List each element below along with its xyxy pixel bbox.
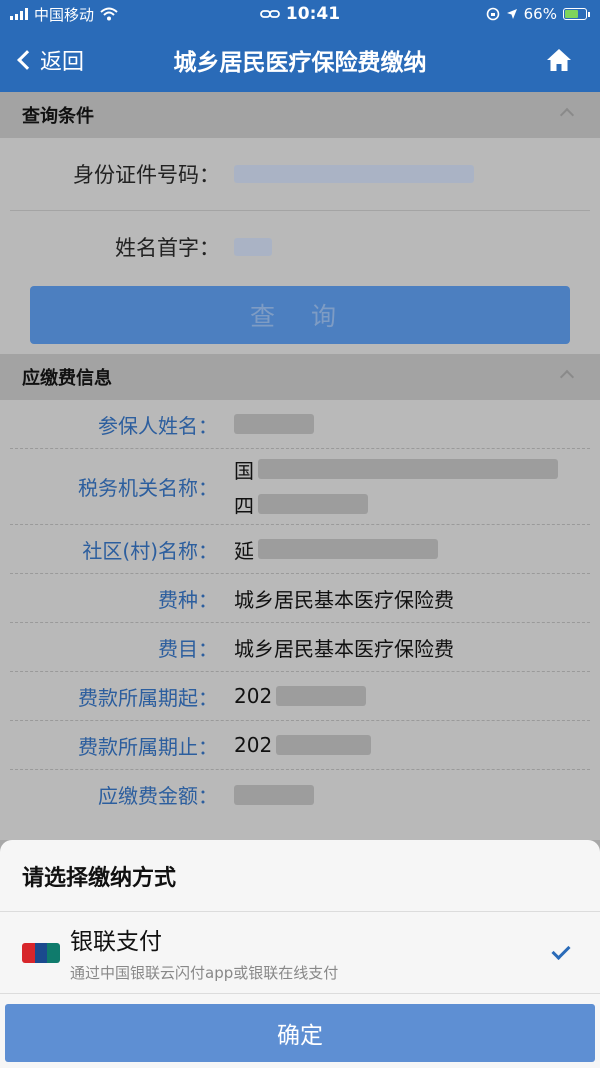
fee-type-value: 城乡居民基本医疗保险费 xyxy=(234,587,454,612)
chevron-up-icon xyxy=(559,369,575,385)
info-row-fee-item: 费目： 城乡居民基本医疗保险费 xyxy=(10,623,590,672)
unionpay-option[interactable]: 银联支付 通过中国银联云闪付app或银联在线支付 xyxy=(0,912,600,994)
period-end-label: 费款所属期止： xyxy=(78,734,218,759)
battery-percent: 66% xyxy=(523,5,557,23)
community-value: 延 xyxy=(234,538,254,563)
query-button[interactable]: 查 询 xyxy=(30,286,570,344)
fee-item-label: 费目： xyxy=(158,636,218,661)
home-icon[interactable] xyxy=(546,48,572,72)
amount-due-label: 应缴费金额： xyxy=(98,784,218,808)
unionpay-option-desc: 通过中国银联云闪付app或银联在线支付 xyxy=(70,964,339,982)
query-section-title: 查询条件 xyxy=(22,106,94,127)
period-start-value: 202 xyxy=(234,684,273,708)
insured-name-label: 参保人姓名： xyxy=(98,413,218,438)
unionpay-option-title: 银联支付 xyxy=(70,929,162,955)
amount-due-value xyxy=(234,784,314,805)
info-row-period-end: 费款所属期止： 202 xyxy=(10,721,590,770)
wifi-icon xyxy=(100,7,118,21)
main-content: 查询条件 身份证件号码： 姓名首字： 查 询 应缴费信息 参保人姓名： 税务机关… xyxy=(0,92,600,840)
period-start-label: 费款所属期起： xyxy=(78,685,218,710)
location-icon xyxy=(506,9,517,19)
tax-authority-value: 国 xyxy=(234,458,254,483)
info-row-tax-authority: 税务机关名称： 国 四 xyxy=(10,449,590,525)
checkmark-icon xyxy=(551,940,571,961)
info-row-community: 社区(村)名称： 延 xyxy=(10,525,590,574)
tax-authority-value-line2: 四 xyxy=(234,493,254,518)
name-initial-row: 姓名首字： xyxy=(10,210,590,282)
unionpay-logo-icon xyxy=(22,942,60,963)
id-number-label: 身份证件号码： xyxy=(73,163,220,187)
signal-icon xyxy=(10,8,28,20)
period-end-value: 202 xyxy=(234,733,273,757)
payment-info-title: 应缴费信息 xyxy=(22,368,112,389)
info-row-period-start: 费款所属期起： 202 xyxy=(10,672,590,721)
link-icon xyxy=(260,10,280,18)
battery-icon xyxy=(562,8,590,20)
name-initial-input[interactable] xyxy=(234,237,272,256)
payment-method-sheet: 请选择缴纳方式 银联支付 通过中国银联云闪付app或银联在线支付 确定 xyxy=(0,840,600,1068)
clock: 10:41 xyxy=(285,4,341,24)
info-row-amount-due: 应缴费金额： xyxy=(10,770,590,819)
sheet-title: 请选择缴纳方式 xyxy=(0,840,600,912)
query-section-header[interactable]: 查询条件 xyxy=(0,92,600,138)
fee-type-label: 费种： xyxy=(158,587,218,612)
status-bar: 中国移动 10:41 66% xyxy=(0,0,600,28)
rotation-lock-icon xyxy=(486,7,499,21)
id-number-input[interactable] xyxy=(234,165,474,183)
chevron-up-icon xyxy=(559,107,575,123)
confirm-button[interactable]: 确定 xyxy=(5,1004,595,1062)
navigation-bar: 返回 城乡居民医疗保险费缴纳 xyxy=(0,28,600,92)
fee-item-value: 城乡居民基本医疗保险费 xyxy=(234,636,454,661)
id-number-row: 身份证件号码： xyxy=(10,138,590,210)
info-row-insured-name: 参保人姓名： xyxy=(10,400,590,449)
payment-info-header[interactable]: 应缴费信息 xyxy=(0,354,600,400)
back-label: 返回 xyxy=(40,50,85,75)
carrier-name: 中国移动 xyxy=(34,5,95,24)
back-button[interactable]: 返回 xyxy=(0,44,120,76)
name-initial-label: 姓名首字： xyxy=(115,235,220,260)
info-row-fee-type: 费种： 城乡居民基本医疗保险费 xyxy=(10,574,590,623)
app-header: 中国移动 10:41 66% 返回 城乡居民医疗保险费缴纳 xyxy=(0,0,600,92)
insured-name-value xyxy=(234,414,314,434)
chevron-left-icon xyxy=(17,50,37,70)
tax-authority-label: 税务机关名称： xyxy=(78,476,218,500)
community-label: 社区(村)名称： xyxy=(82,538,218,563)
